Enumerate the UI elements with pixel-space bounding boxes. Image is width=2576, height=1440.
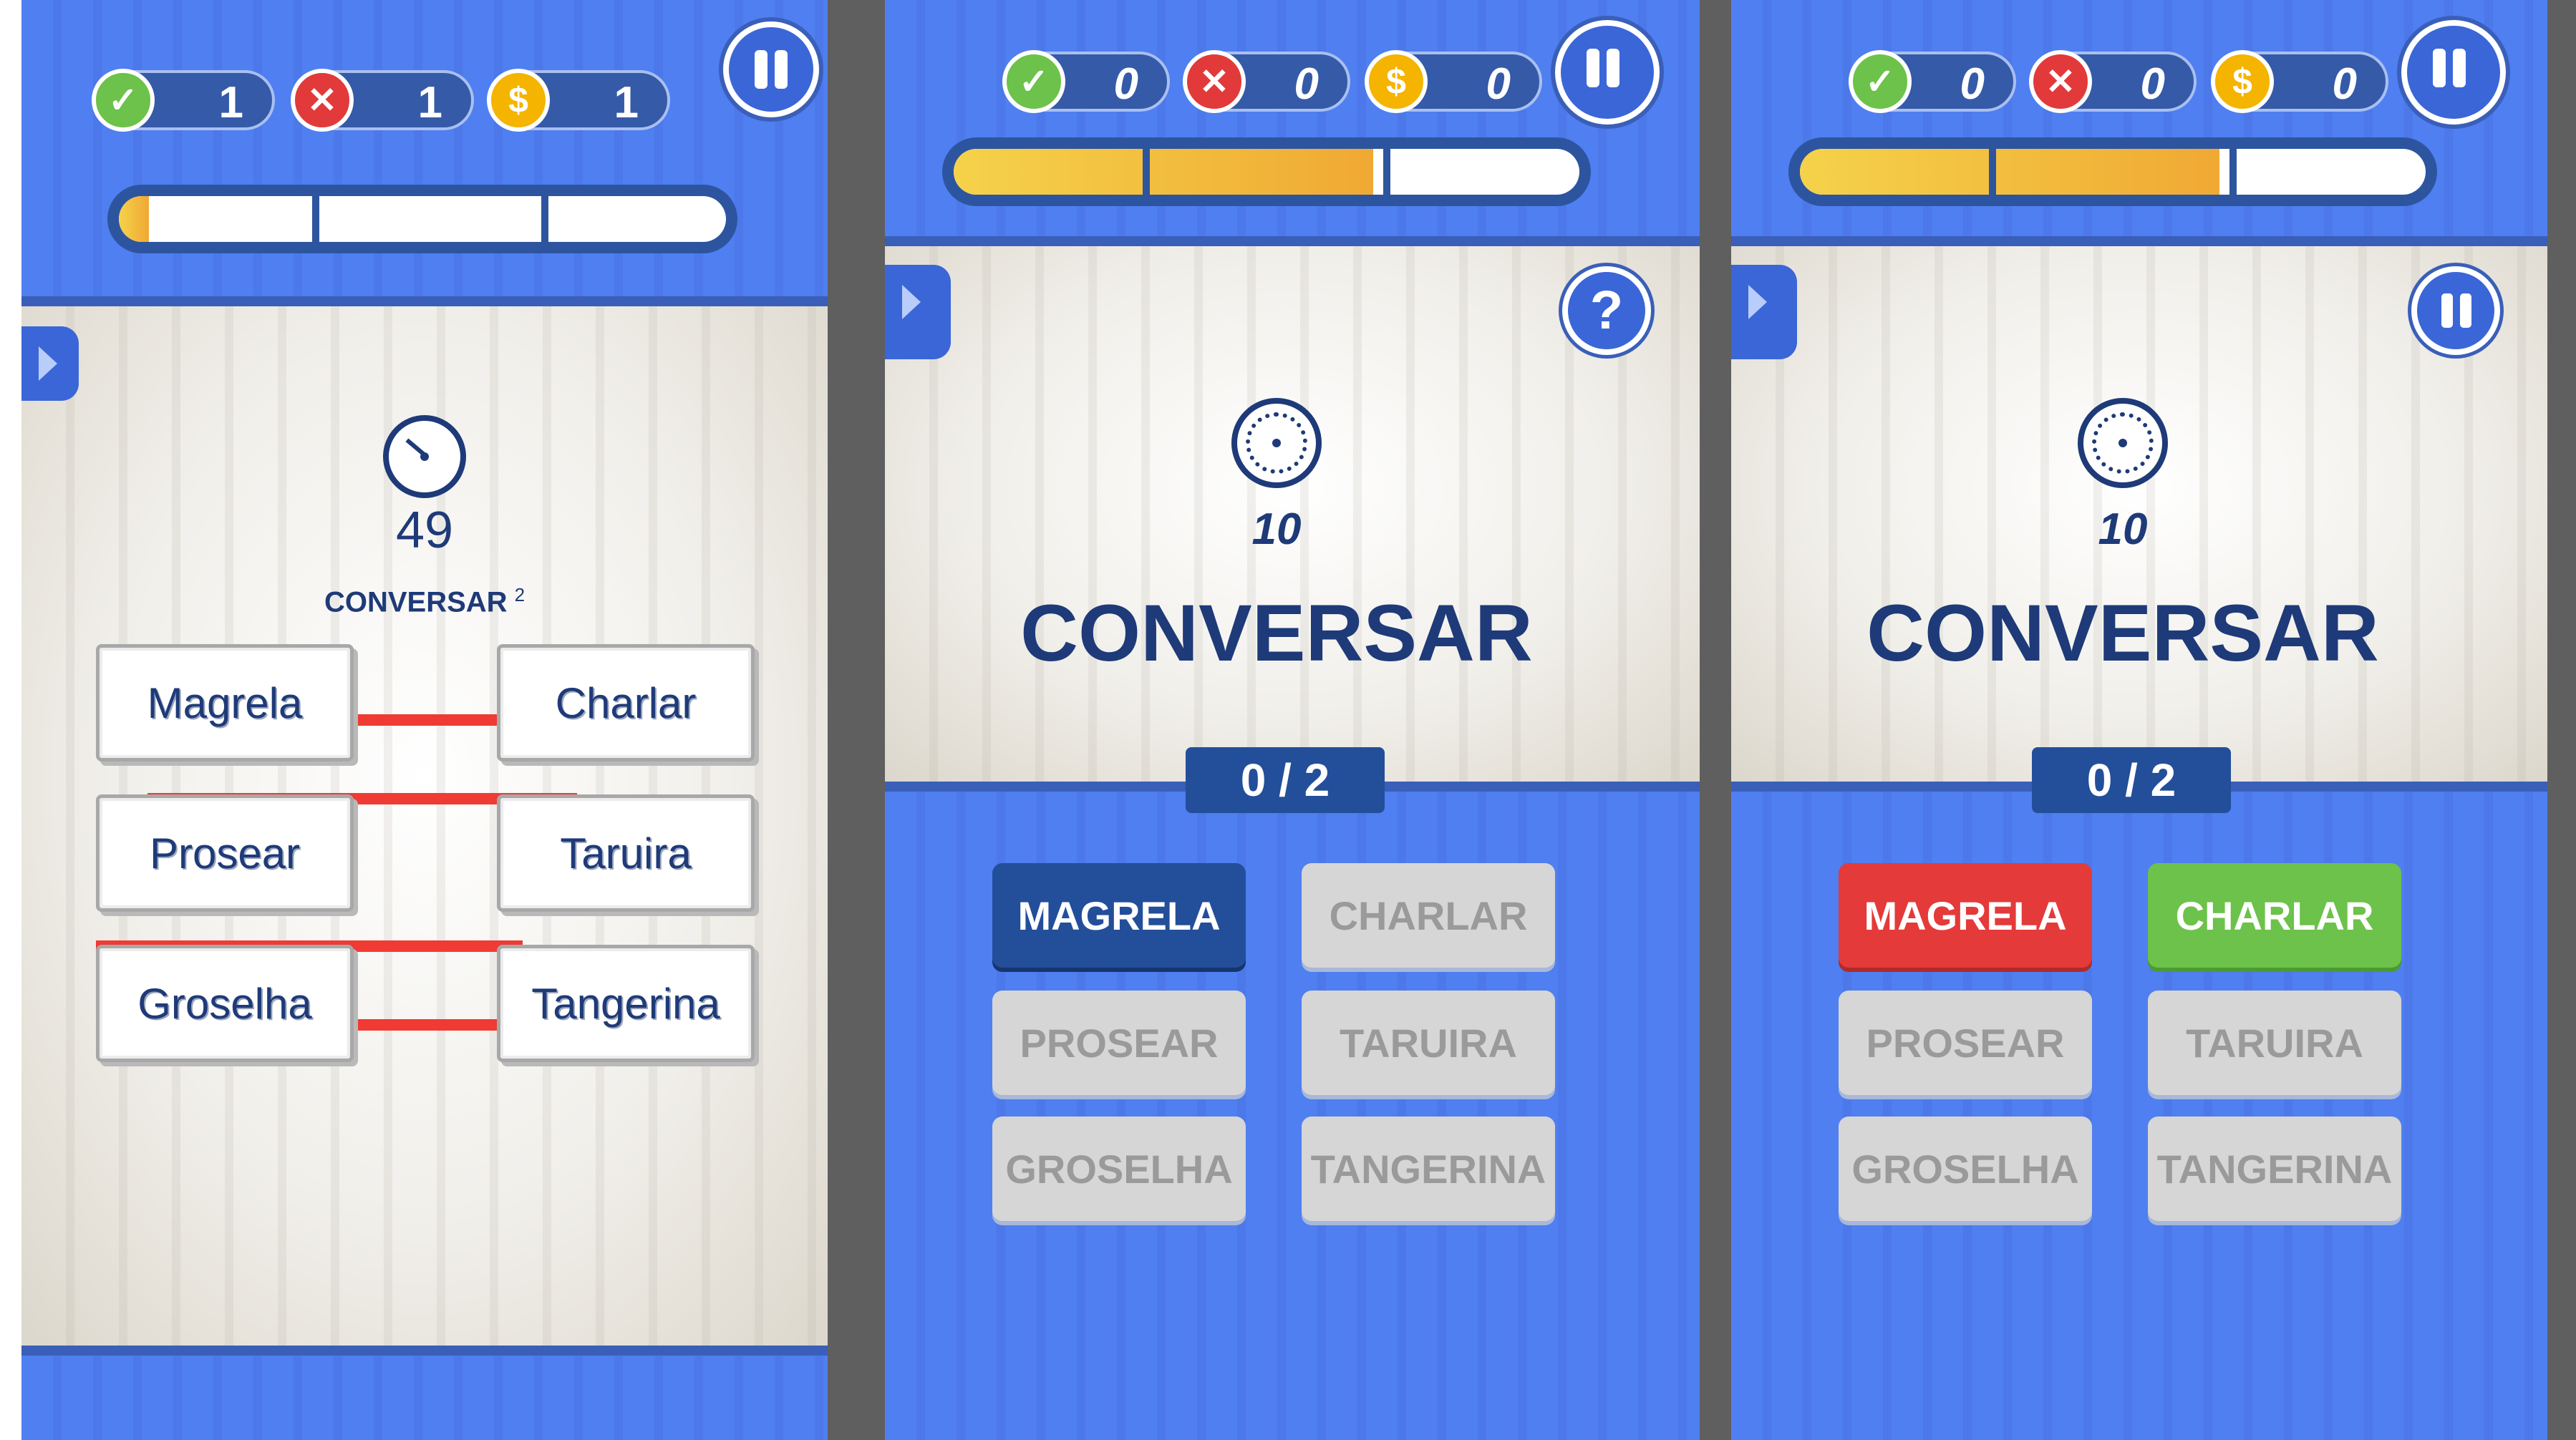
correct-counter: ✓ 0 xyxy=(1002,50,1170,113)
progress-fill xyxy=(119,196,150,242)
coin-count: 1 xyxy=(614,78,639,127)
progress-bar xyxy=(107,185,737,253)
progress-bar xyxy=(942,137,1591,206)
side-menu-tab[interactable] xyxy=(21,326,79,401)
target-word: CONVERSAR xyxy=(1020,588,1533,678)
progress-bar xyxy=(1788,137,2437,206)
x-icon: ✕ xyxy=(291,69,354,132)
panel-divider xyxy=(828,0,885,1440)
score-badge: 0 / 2 xyxy=(2032,747,2231,813)
pause-button-small[interactable] xyxy=(2411,266,2500,355)
correct-counter: ✓ 1 xyxy=(92,69,275,132)
option-tile[interactable]: CHARLAR xyxy=(1302,863,1555,968)
panel-divider xyxy=(1700,0,1731,1440)
option-tile[interactable]: MAGRELA xyxy=(1839,863,2092,968)
x-icon: ✕ xyxy=(2029,50,2092,113)
coin-count: 0 xyxy=(1486,59,1511,109)
coin-counter: $ 0 xyxy=(2211,50,2388,113)
attempts-superscript: 2 xyxy=(514,584,526,605)
option-tile[interactable]: TANGERINA xyxy=(1302,1117,1555,1221)
coin-counter: $ 1 xyxy=(487,69,670,132)
check-icon: ✓ xyxy=(1849,50,1912,113)
option-tile[interactable]: TARUIRA xyxy=(1302,991,1555,1095)
option-tile[interactable]: PROSEAR xyxy=(1839,991,2092,1095)
coin-counter: $ 0 xyxy=(1365,50,1542,113)
progress-fill xyxy=(954,149,1373,195)
correct-count: 0 xyxy=(1960,59,1985,109)
side-menu-tab[interactable] xyxy=(885,265,951,359)
correct-counter: ✓ 0 xyxy=(1849,50,2016,113)
target-word: CONVERSAR 2 xyxy=(324,584,526,618)
wrong-counter: ✕ 0 xyxy=(2029,50,2197,113)
timer-value: 10 xyxy=(1251,505,1302,554)
coin-icon: $ xyxy=(1365,50,1428,113)
option-tile[interactable]: PROSEAR xyxy=(992,991,1246,1095)
x-icon: ✕ xyxy=(1183,50,1246,113)
option-tile[interactable]: TANGERINA xyxy=(2148,1117,2401,1221)
left-word-card[interactable]: Magrela xyxy=(96,644,354,762)
coin-icon: $ xyxy=(2211,50,2274,113)
timer-value: 10 xyxy=(2098,505,2148,554)
wrong-counter: ✕ 1 xyxy=(291,69,474,132)
wrong-count: 0 xyxy=(1294,59,1319,109)
game-screen-1: ✓ 1 ✕ 1 $ 1 49 CONVERSAR 2 Magrela Prosea… xyxy=(21,0,828,1440)
coin-icon: $ xyxy=(487,69,550,132)
correct-count: 0 xyxy=(1113,59,1138,109)
wrong-counter: ✕ 0 xyxy=(1183,50,1350,113)
left-word-card[interactable]: Prosear xyxy=(96,794,354,912)
pause-button[interactable] xyxy=(1555,20,1660,125)
help-button[interactable]: ? xyxy=(1562,266,1651,355)
pause-button[interactable] xyxy=(2401,20,2506,125)
game-screen-3: ✓ 0 ✕ 0 $ 0 10 CONVERSAR 0 / 2 MAGRELA C… xyxy=(1731,0,2547,1440)
clock-icon xyxy=(1231,398,1322,488)
right-word-card[interactable]: Taruira xyxy=(497,794,755,912)
option-tile[interactable]: TARUIRA xyxy=(2148,991,2401,1095)
target-word: CONVERSAR xyxy=(1866,588,2379,678)
option-tile[interactable]: MAGRELA xyxy=(992,863,1246,968)
score-badge: 0 / 2 xyxy=(1186,747,1385,813)
left-word-card[interactable]: Groselha xyxy=(96,945,354,1062)
wrong-count: 1 xyxy=(417,78,442,127)
progress-fill xyxy=(1800,149,2219,195)
game-screen-2: ✓ 0 ✕ 0 $ 0 ? 10 CONVERSAR 0 / 2 MAGRELA… xyxy=(885,0,1700,1440)
clock-icon xyxy=(2078,398,2168,488)
wrong-count: 0 xyxy=(2140,59,2165,109)
check-icon: ✓ xyxy=(92,69,155,132)
correct-count: 1 xyxy=(218,78,243,127)
right-word-card[interactable]: Tangerina xyxy=(497,945,755,1062)
coin-count: 0 xyxy=(2332,59,2357,109)
right-word-card[interactable]: Charlar xyxy=(497,644,755,762)
check-icon: ✓ xyxy=(1002,50,1065,113)
clock-icon xyxy=(383,415,466,498)
option-tile[interactable]: GROSELHA xyxy=(992,1117,1246,1221)
side-menu-tab[interactable] xyxy=(1731,265,1797,359)
pause-button[interactable] xyxy=(723,21,819,117)
option-tile[interactable]: GROSELHA xyxy=(1839,1117,2092,1221)
option-tile[interactable]: CHARLAR xyxy=(2148,863,2401,968)
timer-value: 49 xyxy=(395,502,454,559)
panel-divider xyxy=(2547,0,2576,1440)
